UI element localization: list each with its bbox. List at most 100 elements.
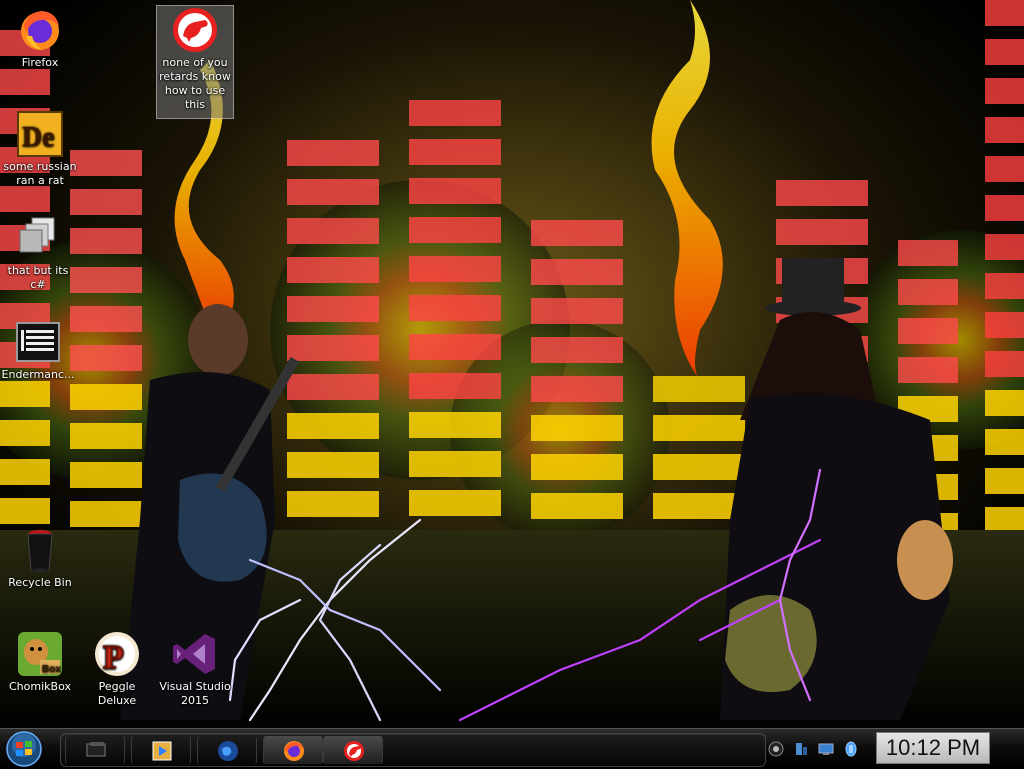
equalizer-segment xyxy=(409,178,501,204)
equalizer-segment xyxy=(0,498,50,524)
equalizer-segment xyxy=(0,459,50,485)
desktop-icon-label: Recycle Bin xyxy=(8,576,72,589)
visual-studio-icon xyxy=(173,634,215,674)
taskbar-button-media-player[interactable] xyxy=(131,736,191,764)
red-dinosaur-icon xyxy=(173,8,217,52)
equalizer-segment xyxy=(985,78,1024,104)
equalizer-segment xyxy=(287,491,379,517)
equalizer-segment xyxy=(70,345,142,371)
media-player-icon xyxy=(152,741,172,761)
equalizer-segment xyxy=(287,179,379,205)
desktop-icon-red-dinosaur[interactable]: none of you retards know how to use this xyxy=(156,5,234,119)
de-app-icon: De xyxy=(17,111,63,157)
desktop-icon-label: Peggle Deluxe xyxy=(97,680,137,707)
equalizer-segment xyxy=(985,156,1024,182)
equalizer-segment xyxy=(287,257,379,283)
equalizer-segment xyxy=(70,501,142,527)
equalizer-segment xyxy=(70,462,142,488)
taskbar-button-strip xyxy=(60,733,766,767)
taskbar-button-show-desktop[interactable] xyxy=(65,736,125,764)
taskbar-button-firefox[interactable] xyxy=(263,736,323,764)
equalizer-segment xyxy=(985,468,1024,494)
desktop-icon-russian-rat[interactable]: De some russian ran a rat xyxy=(2,110,78,188)
equalizer-segment xyxy=(0,69,50,95)
equalizer-segment xyxy=(287,140,379,166)
desktop-icon-label: ChomikBox xyxy=(9,680,71,693)
stacked-windows-icon xyxy=(19,217,55,253)
equalizer-segment xyxy=(287,218,379,244)
desktop-icon-chomikbox[interactable]: Box ChomikBox xyxy=(2,630,78,694)
equalizer-segment xyxy=(70,189,142,215)
equalizer-segment xyxy=(70,228,142,254)
desktop-icon-endermanch[interactable]: Endermanc... xyxy=(0,318,76,382)
equalizer-segment xyxy=(409,373,501,399)
desktop-icon-visual-studio[interactable]: Visual Studio 2015 xyxy=(157,630,233,708)
equalizer-segment xyxy=(287,413,379,439)
equalizer-segment xyxy=(287,335,379,361)
equalizer-segment xyxy=(409,100,501,126)
desktop-icon-label: Visual Studio 2015 xyxy=(159,680,231,707)
firefox-icon xyxy=(21,11,59,50)
equalizer-segment xyxy=(287,296,379,322)
desktop-icon-label: Endermanc... xyxy=(1,368,75,381)
taskbar-clock[interactable]: 10:12 PM xyxy=(876,732,990,764)
svg-text:P: P xyxy=(103,639,124,676)
taskbar-button-red-dinosaur[interactable] xyxy=(323,736,383,764)
equalizer-segment xyxy=(531,415,623,441)
desktop-icon-csharp[interactable]: that but its c# xyxy=(0,214,76,292)
desktop-icon-peggle[interactable]: P Peggle Deluxe xyxy=(79,630,155,708)
chomikbox-icon: Box xyxy=(18,632,62,676)
firefox-icon xyxy=(284,741,304,761)
equalizer-segment xyxy=(898,357,958,383)
equalizer-segment xyxy=(409,451,501,477)
equalizer-segment xyxy=(985,234,1024,260)
equalizer-segment xyxy=(70,267,142,293)
equalizer-segment xyxy=(531,454,623,480)
equalizer-segment xyxy=(531,493,623,519)
equalizer-segment xyxy=(898,318,958,344)
equalizer-segment xyxy=(409,412,501,438)
equalizer-segment xyxy=(776,180,868,206)
network-icon[interactable] xyxy=(793,741,809,757)
desktop-icon-label: that but its c# xyxy=(7,264,69,291)
equalizer-segment xyxy=(985,39,1024,65)
equalizer-segment xyxy=(898,240,958,266)
equalizer-segment xyxy=(409,256,501,282)
equalizer-segment xyxy=(287,452,379,478)
taskbar-button-browser[interactable] xyxy=(197,736,257,764)
equalizer-segment xyxy=(409,139,501,165)
monitor-icon[interactable] xyxy=(818,741,834,757)
taskbar: 10:12 PM xyxy=(0,728,1024,769)
equalizer-segment xyxy=(70,384,142,410)
desktop-icon-firefox[interactable]: Firefox xyxy=(2,6,78,70)
equalizer-segment xyxy=(985,312,1024,338)
desktop-icon-label: none of you retards know how to use this xyxy=(159,56,231,111)
windows-start-orb-icon[interactable] xyxy=(4,730,44,768)
equalizer-segment xyxy=(409,490,501,516)
equalizer-segment xyxy=(985,429,1024,455)
equalizer-segment xyxy=(898,279,958,305)
equalizer-segment xyxy=(985,0,1024,26)
desktop-icon-recycle-bin[interactable]: Recycle Bin xyxy=(2,526,78,590)
peggle-icon: P xyxy=(95,632,139,677)
equalizer-segment xyxy=(985,351,1024,377)
equalizer-segment xyxy=(409,334,501,360)
equalizer-segment xyxy=(0,420,50,446)
recycle-bin-icon xyxy=(27,530,53,572)
equalizer-segment xyxy=(70,423,142,449)
equalizer-segment xyxy=(985,273,1024,299)
equalizer-segment xyxy=(985,390,1024,416)
red-dinosaur-icon xyxy=(344,741,364,761)
equalizer-segment xyxy=(985,195,1024,221)
equalizer-segment xyxy=(653,376,745,402)
desktop-icon-label: some russian ran a rat xyxy=(3,160,77,187)
list-app-icon xyxy=(16,322,60,362)
equalizer-segment xyxy=(531,298,623,324)
equalizer-segment xyxy=(776,219,868,245)
volume-icon[interactable] xyxy=(843,741,859,757)
record-icon[interactable] xyxy=(768,741,784,757)
equalizer-segment xyxy=(985,117,1024,143)
equalizer-segment xyxy=(531,259,623,285)
equalizer-segment xyxy=(70,306,142,332)
svg-text:De: De xyxy=(22,122,55,153)
